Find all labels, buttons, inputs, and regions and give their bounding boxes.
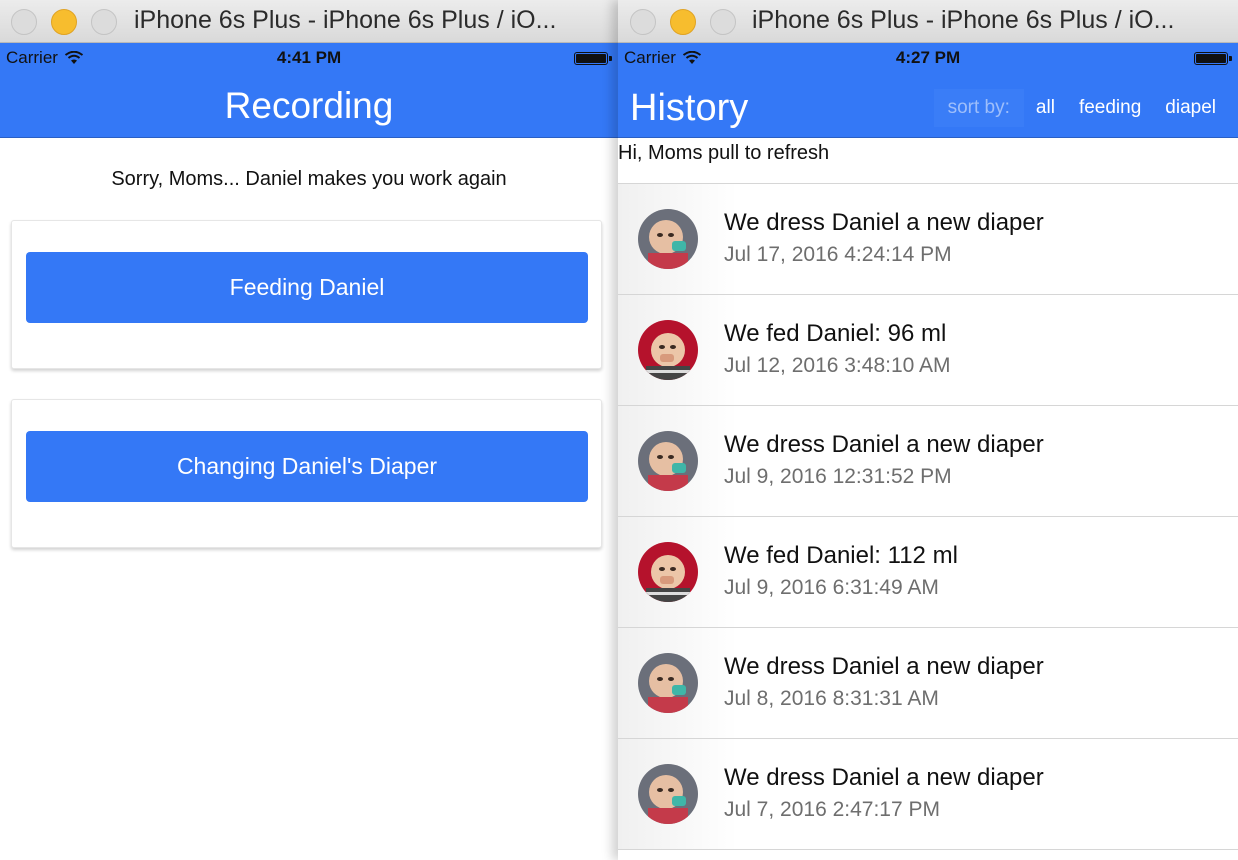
diaper-photo-icon: [638, 431, 698, 491]
window-title: iPhone 6s Plus - iPhone 6s Plus / iO...: [752, 6, 1175, 34]
recording-simulator-window: iPhone 6s Plus - iPhone 6s Plus / iO... …: [0, 0, 618, 860]
status-time: 4:27 PM: [895, 48, 961, 67]
baby-avatar: [638, 320, 698, 380]
feeding-photo-icon: [638, 542, 698, 602]
close-window-button[interactable]: [11, 9, 37, 35]
pull-to-refresh-hint: Hi, Moms pull to refresh: [618, 138, 1238, 184]
item-title: We fed Daniel: 96 ml: [724, 320, 947, 347]
battery-icon: [1194, 52, 1232, 65]
list-item[interactable]: We dress Daniel a new diaper Jul 9, 2016…: [618, 406, 1238, 517]
sort-controls: sort by: all feeding diapel: [933, 89, 1228, 127]
item-title: We dress Daniel a new diaper: [724, 653, 1044, 680]
item-title: We dress Daniel a new diaper: [724, 209, 1044, 236]
sort-feeding-button[interactable]: feeding: [1067, 89, 1153, 127]
baby-avatar: [638, 542, 698, 602]
intro-message: Sorry, Moms... Daniel makes you work aga…: [111, 168, 507, 190]
baby-avatar: [638, 653, 698, 713]
baby-avatar: [638, 431, 698, 491]
item-date: Jul 7, 2016 2:47:17 PM: [724, 798, 940, 821]
sort-diaper-button[interactable]: diapel: [1153, 89, 1228, 127]
diaper-card: Changing Daniel's Diaper: [11, 399, 602, 548]
minimize-window-button[interactable]: [670, 9, 696, 35]
close-window-button[interactable]: [630, 9, 656, 35]
item-date: Jul 17, 2016 4:24:14 PM: [724, 243, 952, 266]
window-titlebar[interactable]: iPhone 6s Plus - iPhone 6s Plus / iO...: [0, 0, 618, 43]
item-date: Jul 8, 2016 8:31:31 AM: [724, 687, 939, 710]
navigation-bar: Recording: [0, 73, 618, 138]
sort-label: sort by:: [933, 89, 1024, 127]
list-item[interactable]: We fed Daniel: 112 ml Jul 9, 2016 6:31:4…: [618, 517, 1238, 628]
minimize-window-button[interactable]: [51, 9, 77, 35]
item-title: We dress Daniel a new diaper: [724, 431, 1044, 458]
zoom-window-button[interactable]: [91, 9, 117, 35]
feeding-card: Feeding Daniel: [11, 220, 602, 369]
window-title: iPhone 6s Plus - iPhone 6s Plus / iO...: [134, 6, 557, 34]
navigation-bar: History sort by: all feeding diapel: [618, 73, 1238, 138]
feeding-photo-icon: [638, 320, 698, 380]
list-item[interactable]: We fed Daniel: 96 ml Jul 12, 2016 3:48:1…: [618, 295, 1238, 406]
item-date: Jul 9, 2016 12:31:52 PM: [724, 465, 952, 488]
window-titlebar[interactable]: iPhone 6s Plus - iPhone 6s Plus / iO...: [618, 0, 1238, 43]
list-item[interactable]: We dress Daniel a new diaper Jul 17, 201…: [618, 184, 1238, 295]
status-bar: Carrier 4:27 PM: [618, 43, 1238, 73]
zoom-window-button[interactable]: [710, 9, 736, 35]
diaper-photo-icon: [638, 764, 698, 824]
diaper-photo-icon: [638, 653, 698, 713]
history-simulator-window: iPhone 6s Plus - iPhone 6s Plus / iO... …: [618, 0, 1238, 860]
item-date: Jul 12, 2016 3:48:10 AM: [724, 354, 951, 377]
list-item[interactable]: We dress Daniel a new diaper Jul 8, 2016…: [618, 628, 1238, 739]
status-time: 4:41 PM: [276, 48, 342, 67]
baby-avatar: [638, 209, 698, 269]
feeding-button[interactable]: Feeding Daniel: [26, 252, 588, 323]
item-title: We fed Daniel: 112 ml: [724, 542, 958, 569]
item-title: We dress Daniel a new diaper: [724, 764, 1044, 791]
battery-icon: [574, 52, 612, 65]
item-date: Jul 9, 2016 6:31:49 AM: [724, 576, 939, 599]
diaper-photo-icon: [638, 209, 698, 269]
sort-all-button[interactable]: all: [1024, 89, 1067, 127]
page-title: History: [630, 87, 749, 129]
list-item[interactable]: We dress Daniel a new diaper Jul 7, 2016…: [618, 739, 1238, 850]
status-bar: Carrier 4:41 PM: [0, 43, 618, 73]
baby-avatar: [638, 764, 698, 824]
diaper-button[interactable]: Changing Daniel's Diaper: [26, 431, 588, 502]
history-list[interactable]: We dress Daniel a new diaper Jul 17, 201…: [618, 184, 1238, 850]
page-title: Recording: [224, 85, 394, 126]
